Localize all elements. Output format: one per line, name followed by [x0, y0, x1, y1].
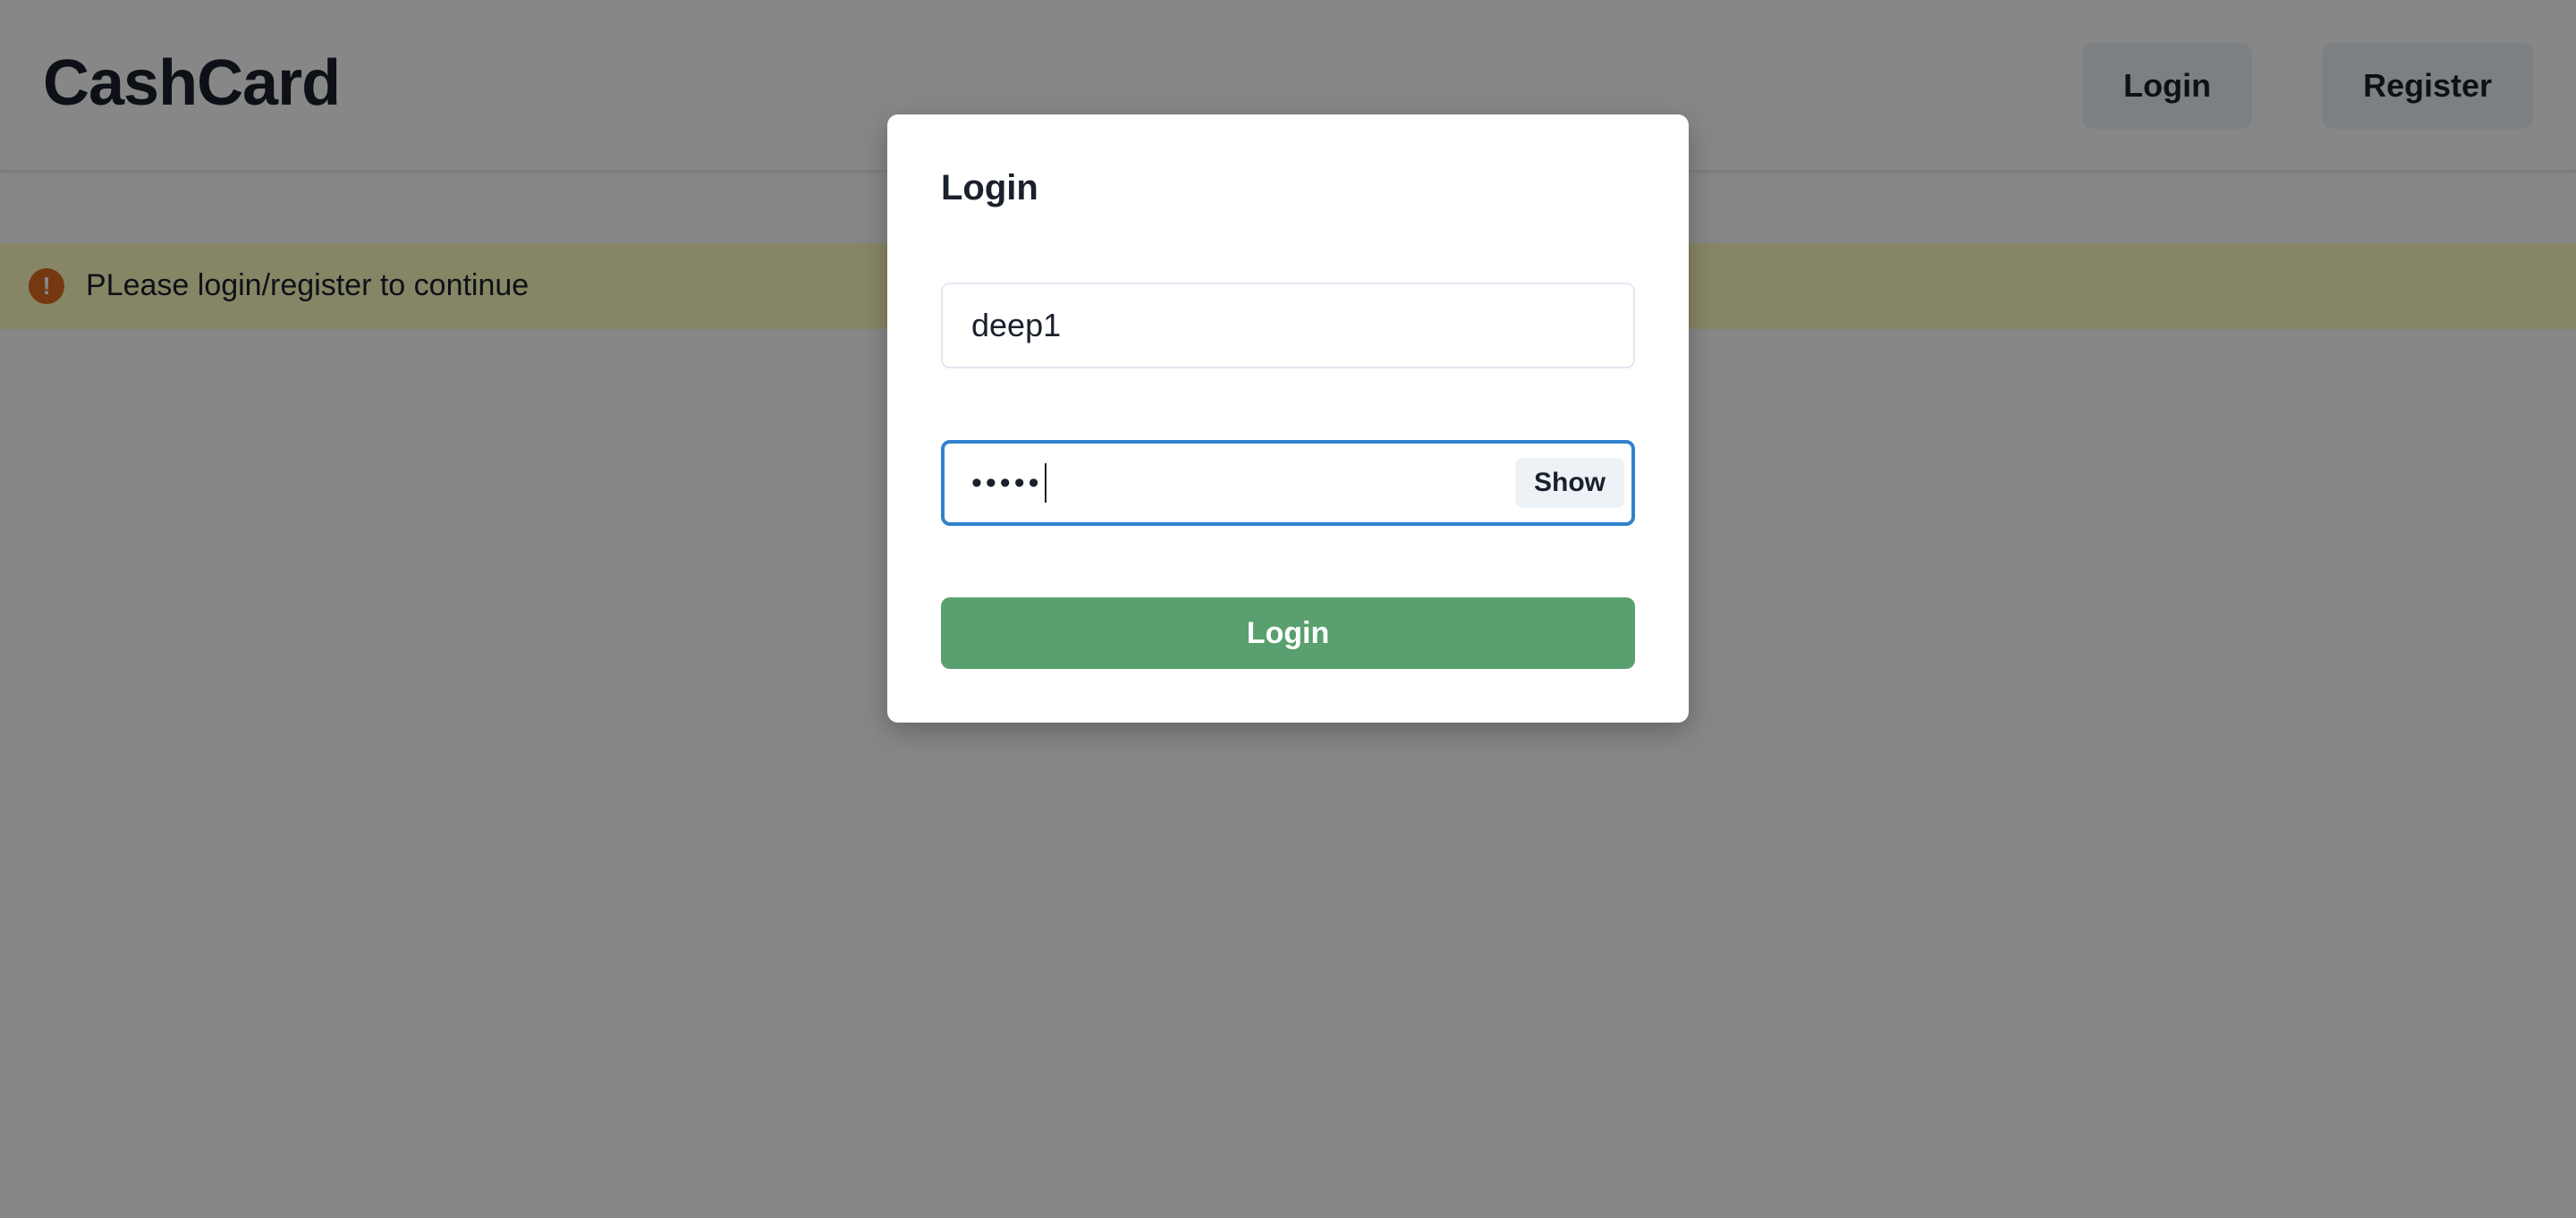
password-field[interactable]: ••••• Show — [941, 440, 1635, 526]
page: CashCard Login Register ! PLease login/r… — [0, 0, 2576, 1218]
login-submit-button[interactable]: Login — [941, 597, 1635, 669]
login-modal: Login deep1 ••••• Show Login — [887, 114, 1689, 723]
username-field[interactable]: deep1 — [941, 283, 1635, 368]
password-masked-value: ••••• — [971, 465, 1043, 500]
modal-title: Login — [941, 168, 1038, 207]
show-password-button[interactable]: Show — [1515, 458, 1624, 508]
text-caret — [1044, 463, 1046, 503]
username-value: deep1 — [971, 307, 1062, 343]
